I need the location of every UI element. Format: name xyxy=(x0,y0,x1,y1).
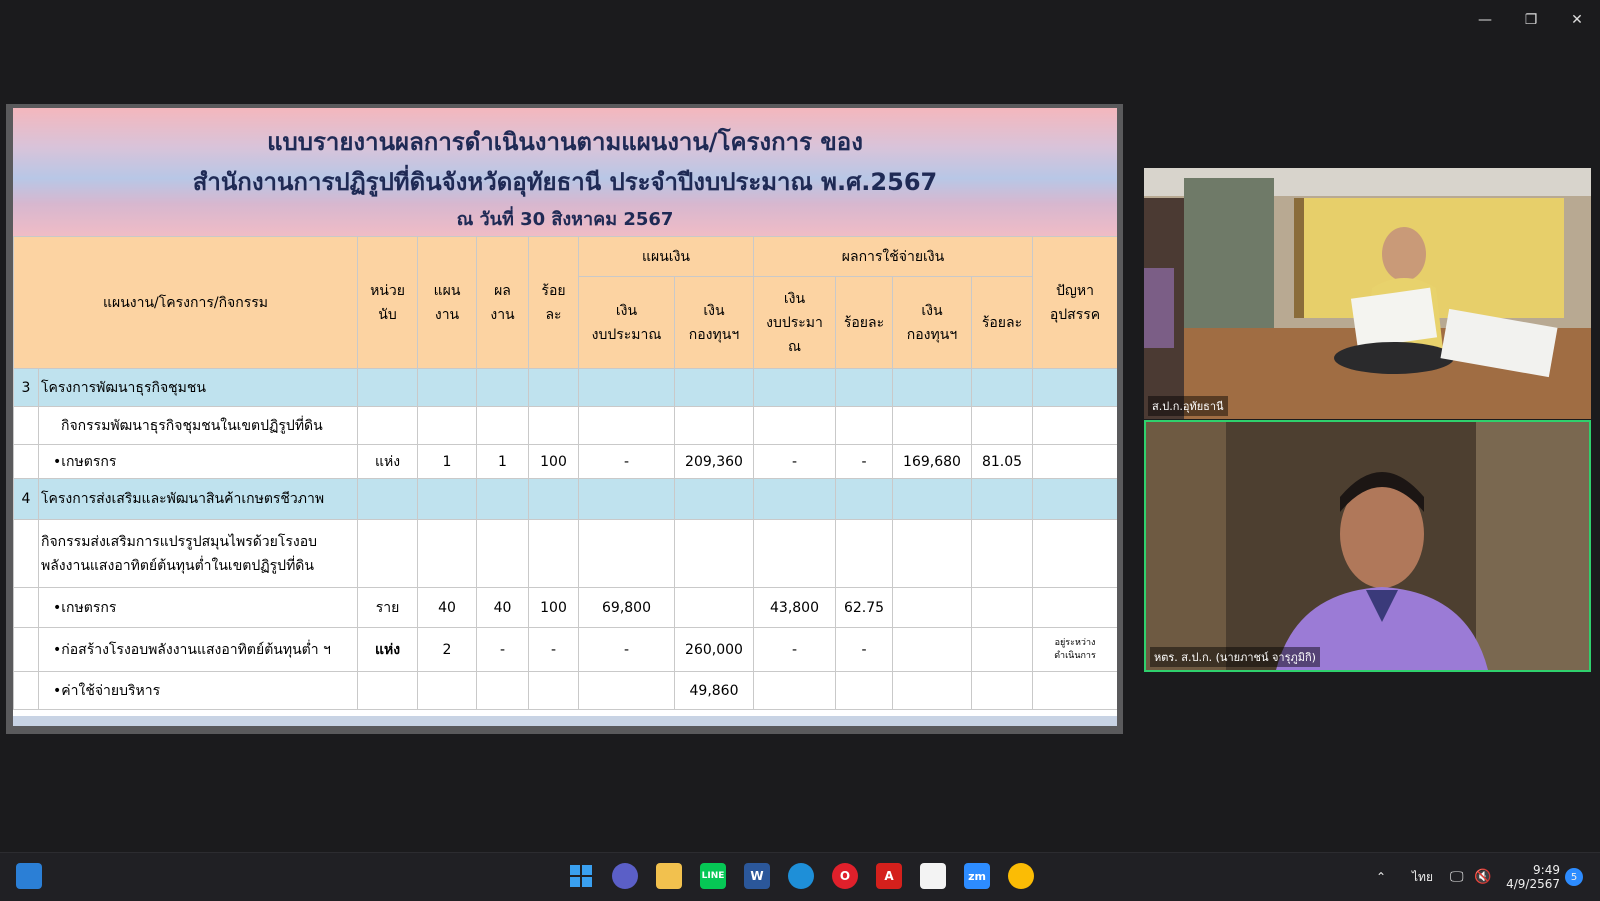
slide-subtitle: สำนักงานการปฏิรูปที่ดินจังหวัดอุทัยธานี … xyxy=(192,168,938,196)
table-row: ก่อสร้างโรงอบพลังงานแสงอาทิตย์ต้นทุนต่ำ … xyxy=(13,627,1117,672)
notepad-icon[interactable] xyxy=(920,863,946,889)
shared-screen: แบบรายงานผลการดำเนินงานตามแผนงาน/โครงการ… xyxy=(6,104,1123,734)
opera-icon[interactable]: O xyxy=(832,863,858,889)
header-unit: หน่วย นับ xyxy=(357,236,418,369)
clock[interactable]: 9:49 4/9/2567 xyxy=(1506,853,1560,901)
table-row: กิจกรรมส่งเสริมการแปรรูปสมุนไพรด้วยโรงอบ… xyxy=(13,519,1117,588)
header-spending: ผลการใช้จ่ายเงิน xyxy=(753,236,1033,277)
header-result: ผล งาน xyxy=(476,236,529,369)
acrobat-icon[interactable]: A xyxy=(876,863,902,889)
notification-badge[interactable]: 5 xyxy=(1565,853,1583,901)
header-fund: เงิน กองทุนฯ xyxy=(674,276,754,369)
zoom-icon[interactable]: zm xyxy=(964,863,990,889)
header-spent-fund: เงิน กองทุนฯ xyxy=(892,276,972,369)
header-money-plan: แผนเงิน xyxy=(578,236,754,277)
participant-name: หตร. ส.ป.ก. (นายภาชน์ จารุภูมิกิ) xyxy=(1150,647,1320,667)
table-row: กิจกรรมพัฒนาธุรกิจชุมชนในเขตปฏิรูปที่ดิน xyxy=(13,406,1117,445)
edge-icon[interactable] xyxy=(788,863,814,889)
header-budget: เงิน งบประมาณ xyxy=(578,276,675,369)
meeting-room-video xyxy=(1144,168,1591,419)
table-row: เกษตรกร ราย 40 40 100 69,800 43,800 62.7… xyxy=(13,587,1117,628)
clock-time: 9:49 xyxy=(1533,863,1560,877)
tray-chevron-icon[interactable]: ⌃ xyxy=(1376,853,1386,901)
word-icon[interactable]: W xyxy=(744,863,770,889)
speaker-video xyxy=(1146,422,1589,670)
problem-note: อยู่ระหว่าง ดำเนินการ xyxy=(1032,627,1117,672)
table-row: 4 โครงการส่งเสริมและพัฒนาสินค้าเกษตรชีวภ… xyxy=(13,478,1117,520)
participant-name: ส.ป.ก.อุทัยธานี xyxy=(1148,396,1228,416)
volume-muted-icon[interactable]: 🔇 xyxy=(1474,853,1491,901)
language-indicator[interactable]: ไทย xyxy=(1412,853,1433,901)
header-activity: แผนงาน/โครงการ/กิจกรรม xyxy=(13,236,358,369)
header-percent: ร้อย ละ xyxy=(528,236,579,369)
taskbar: LINE W O A zm ⌃ ไทย 🖵 🔇 9:49 4/9/2567 5 xyxy=(0,852,1600,901)
table-row: ค่าใช้จ่ายบริหาร 49,860 xyxy=(13,671,1117,710)
participant-video-2[interactable]: หตร. ส.ป.ก. (นายภาชน์ จารุภูมิกิ) xyxy=(1144,420,1591,672)
widgets-icon[interactable] xyxy=(16,863,42,889)
slide-date: ณ วันที่ 30 สิงหาคม 2567 xyxy=(456,209,674,230)
minimize-button[interactable]: — xyxy=(1468,8,1502,32)
close-button[interactable]: ✕ xyxy=(1560,8,1594,32)
line-icon[interactable]: LINE xyxy=(700,863,726,889)
slide-title: แบบรายงานผลการดำเนินงานตามแผนงาน/โครงการ… xyxy=(267,128,863,156)
slide-header: แบบรายงานผลการดำเนินงานตามแผนงาน/โครงการ… xyxy=(13,108,1117,236)
header-spent-budget-pct: ร้อยละ xyxy=(835,276,893,369)
participant-video-1[interactable]: ส.ป.ก.อุทัยธานี xyxy=(1144,168,1591,419)
header-plan: แผน งาน xyxy=(417,236,477,369)
header-spent-fund-pct: ร้อยละ xyxy=(971,276,1033,369)
report-slide: แบบรายงานผลการดำเนินงานตามแผนงาน/โครงการ… xyxy=(13,108,1117,726)
chrome-icon[interactable] xyxy=(1008,863,1034,889)
file-explorer-icon[interactable] xyxy=(656,863,682,889)
windows-start-icon[interactable] xyxy=(568,863,594,889)
header-problem: ปัญหา อุปสรรค xyxy=(1032,236,1117,369)
teams-chat-icon[interactable] xyxy=(612,863,638,889)
header-spent-budget: เงิน งบประมาณ xyxy=(753,276,836,369)
slide-footer-bar xyxy=(13,716,1117,726)
clock-date: 4/9/2567 xyxy=(1506,877,1560,891)
table-row: 3 โครงการพัฒนาธุรกิจชุมชน xyxy=(13,368,1117,407)
network-icon[interactable]: 🖵 xyxy=(1450,853,1464,901)
report-table: แผนงาน/โครงการ/กิจกรรม หน่วย นับ แผน งาน ผ… xyxy=(13,236,1117,710)
table-row: เกษตรกร แห่ง 1 1 100 - 209,360 - - 169,6… xyxy=(13,444,1117,479)
restore-button[interactable]: ❐ xyxy=(1514,8,1548,32)
